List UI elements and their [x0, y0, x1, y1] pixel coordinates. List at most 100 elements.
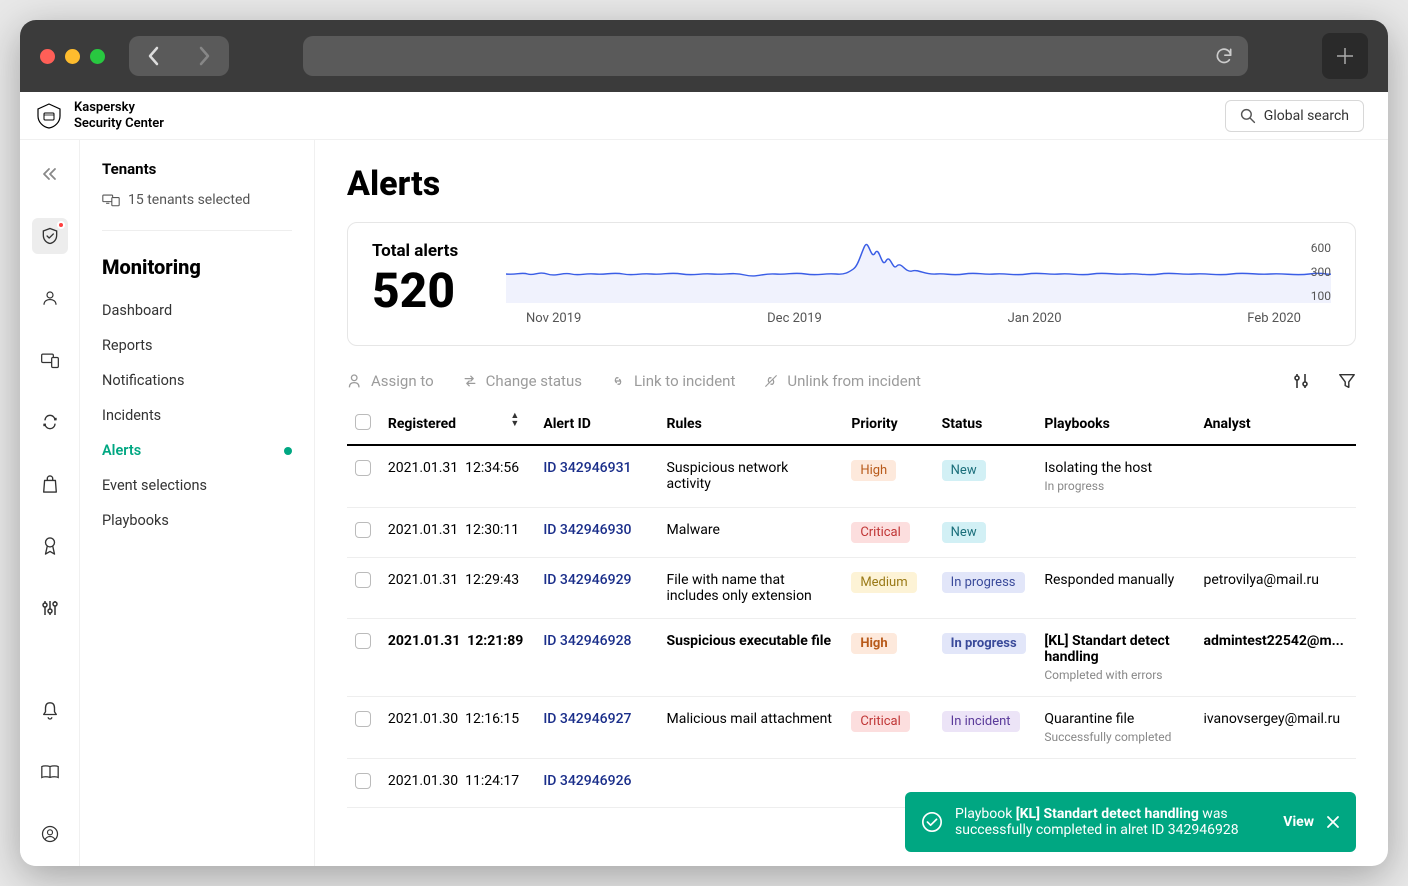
brand-line1: Kaspersky — [74, 100, 164, 116]
nav-item-notifications[interactable]: Notifications — [102, 363, 292, 398]
row-checkbox[interactable] — [355, 633, 371, 649]
col-status[interactable]: Status — [934, 404, 1037, 445]
nav-item-dashboard[interactable]: Dashboard — [102, 293, 292, 328]
back-button[interactable] — [129, 36, 179, 76]
col-alert-id[interactable]: Alert ID — [535, 404, 658, 445]
global-search-button[interactable]: Global search — [1225, 100, 1364, 132]
status-badge: New — [942, 522, 986, 543]
alerts-tbody: 2021.01.31 12:34:56ID 342946931Suspiciou… — [347, 445, 1356, 808]
alert-badge-icon — [57, 221, 65, 229]
sidebar: Tenants 15 tenants selected Monitoring D… — [80, 140, 315, 866]
row-checkbox[interactable] — [355, 711, 371, 727]
alert-id-link[interactable]: ID 342946931 — [543, 460, 631, 476]
cell-registered: 2021.01.31 12:29:43 — [380, 558, 535, 619]
row-checkbox[interactable] — [355, 572, 371, 588]
maximize-window-button[interactable] — [90, 49, 105, 64]
tenants-selected-row[interactable]: 15 tenants selected — [102, 192, 292, 231]
table-row[interactable]: 2021.01.31 12:29:43 ID 342946929 File with… — [347, 558, 1356, 619]
filter-button[interactable] — [1338, 372, 1356, 390]
bell-icon — [41, 700, 59, 720]
nav-item-playbooks[interactable]: Playbooks — [102, 503, 292, 538]
nav-item-reports[interactable]: Reports — [102, 328, 292, 363]
active-dot-icon — [284, 447, 292, 455]
unlink-from-incident-button[interactable]: Unlink from incident — [763, 372, 921, 390]
cell-rule: File with name that includes only extens… — [659, 558, 844, 619]
toast-view-button[interactable]: View — [1283, 814, 1314, 830]
change-status-button[interactable]: Change status — [462, 372, 582, 390]
cell-registered: 2021.01.31 12:21:89 — [380, 619, 535, 697]
table-row[interactable]: 2021.01.31 12:34:56ID 342946931Suspiciou… — [347, 445, 1356, 508]
sliders-icon — [1292, 372, 1310, 390]
rail-shield[interactable] — [32, 218, 68, 254]
browser-chrome — [20, 20, 1388, 92]
close-window-button[interactable] — [40, 49, 55, 64]
rail-user[interactable] — [32, 280, 68, 316]
minimize-window-button[interactable] — [65, 49, 80, 64]
user-icon — [347, 373, 363, 389]
nav-item-alerts[interactable]: Alerts — [102, 433, 292, 468]
row-checkbox[interactable] — [355, 460, 371, 476]
cell-rule: Suspicious executable file — [659, 619, 844, 697]
rail-account[interactable] — [32, 816, 68, 852]
rail-bag[interactable] — [32, 466, 68, 502]
forward-button[interactable] — [179, 36, 229, 76]
sparkline-chart — [506, 241, 1331, 303]
reload-icon[interactable] — [1214, 46, 1234, 66]
sort-icon: ▲▼ — [510, 412, 519, 428]
priority-badge: Critical — [851, 711, 909, 732]
chart-y-ticks: 600 300 100 — [1311, 241, 1331, 303]
table-row[interactable]: 2021.01.30 12:16:15ID 342946927Malicious… — [347, 697, 1356, 759]
playbook-status: Successfully completed — [1044, 730, 1187, 744]
close-icon — [1326, 815, 1340, 829]
col-analyst[interactable]: Analyst — [1195, 404, 1356, 445]
rail-loop[interactable] — [32, 404, 68, 440]
select-all-checkbox[interactable] — [355, 414, 371, 430]
col-priority[interactable]: Priority — [843, 404, 933, 445]
row-checkbox[interactable] — [355, 522, 371, 538]
new-tab-button[interactable] — [1322, 33, 1368, 79]
chevron-double-left-icon — [41, 167, 59, 181]
unlink-icon — [763, 373, 779, 389]
assign-to-button[interactable]: Assign to — [347, 372, 434, 390]
cell-registered: 2021.01.30 11:24:17 — [380, 759, 535, 808]
priority-badge: Critical — [851, 522, 909, 543]
rail-devices[interactable] — [32, 342, 68, 378]
col-rules[interactable]: Rules — [659, 404, 844, 445]
nav-item-event-selections[interactable]: Event selections — [102, 468, 292, 503]
alert-id-link[interactable]: ID 342946930 — [543, 522, 631, 538]
toast-text: Playbook [KL] Standart detect handling w… — [955, 806, 1271, 838]
filter-icon — [1338, 372, 1356, 390]
nav-buttons — [129, 36, 229, 76]
collapse-sidebar-button[interactable] — [32, 156, 68, 192]
alert-id-link[interactable]: ID 342946926 — [543, 773, 631, 789]
browser-window: Kaspersky Security Center Global search — [20, 20, 1388, 866]
nav-item-incidents[interactable]: Incidents — [102, 398, 292, 433]
playbook-name: [KL] Standart detect handling — [1044, 633, 1187, 665]
link-to-incident-button[interactable]: Link to incident — [610, 372, 735, 390]
shield-icon — [40, 226, 60, 246]
toast-close-button[interactable] — [1326, 815, 1340, 829]
row-checkbox[interactable] — [355, 773, 371, 789]
col-playbooks[interactable]: Playbooks — [1036, 404, 1195, 445]
rail-award[interactable] — [32, 528, 68, 564]
url-bar[interactable] — [303, 36, 1248, 76]
rail-bell[interactable] — [32, 692, 68, 728]
change-icon — [462, 373, 478, 389]
global-search-label: Global search — [1264, 108, 1349, 124]
brand-logo-icon — [34, 101, 64, 131]
rail-book[interactable] — [32, 754, 68, 790]
settings-button[interactable] — [1292, 372, 1310, 390]
col-registered[interactable]: Registered▲▼ — [380, 404, 535, 445]
priority-badge: High — [851, 633, 896, 654]
total-column: Total alerts 520 — [372, 241, 482, 315]
cell-rule: Suspicious network activity — [659, 445, 844, 508]
bag-icon — [41, 474, 59, 494]
rail-sliders[interactable] — [32, 590, 68, 626]
table-row[interactable]: 2021.01.31 12:21:89 ID 342946928 Suspiciou… — [347, 619, 1356, 697]
alert-id-link[interactable]: ID 342946928 — [543, 633, 631, 649]
alert-id-link[interactable]: ID 342946929 — [543, 572, 631, 588]
alert-id-link[interactable]: ID 342946927 — [543, 711, 631, 727]
playbook-name: Isolating the host — [1044, 460, 1187, 476]
chart-x-ticks: Nov 2019 Dec 2019 Jan 2020 Feb 2020 — [506, 303, 1331, 326]
table-row[interactable]: 2021.01.31 12:30:11ID 342946930MalwareCr… — [347, 508, 1356, 558]
